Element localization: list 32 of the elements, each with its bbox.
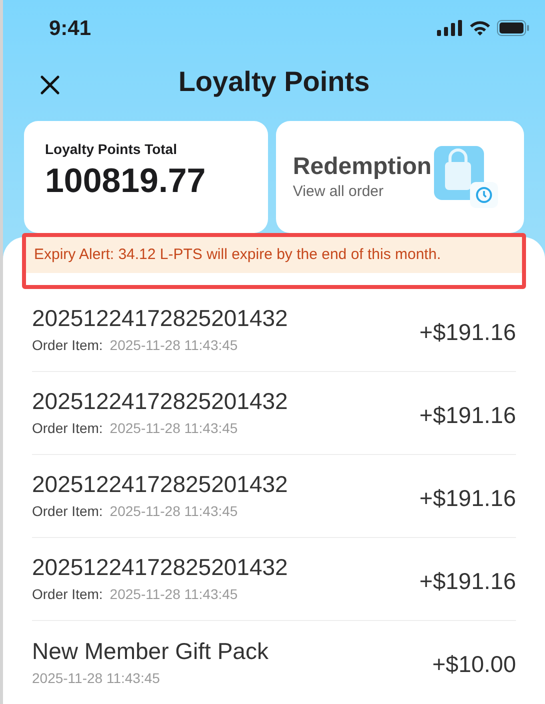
battery-icon bbox=[497, 20, 529, 36]
close-icon bbox=[40, 74, 60, 95]
transaction-date: 2025-11-28 11:43:45 bbox=[32, 668, 160, 688]
transaction-amount: +$10.00 bbox=[432, 650, 516, 680]
order-item-label: Order Item: bbox=[32, 419, 103, 438]
transaction-amount: +$191.16 bbox=[419, 484, 516, 513]
signal-icon bbox=[437, 20, 463, 36]
points-total-label: Loyalty Points Total bbox=[45, 140, 178, 159]
transaction-date: 2025-11-28 11:43:45 bbox=[110, 502, 238, 521]
transaction-title: 20251224172825201432 bbox=[32, 304, 288, 332]
status-time: 9:41 bbox=[49, 16, 92, 42]
transaction-title: 20251224172825201432 bbox=[32, 553, 288, 581]
expiry-alert-text: Expiry Alert: 34.12 L-PTS will expire by the end of this month. bbox=[34, 244, 441, 265]
transaction-title: New Member Gift Pack bbox=[32, 636, 268, 664]
shopping-bag-icon bbox=[434, 144, 500, 210]
transaction-date: 2025-11-28 11:43:45 bbox=[110, 419, 238, 438]
page-title: Loyalty Points bbox=[178, 64, 370, 99]
order-item-label: Order Item: bbox=[32, 585, 103, 604]
redemption-card[interactable]: Redemption View all order bbox=[276, 121, 524, 233]
transaction-amount: +$191.16 bbox=[419, 566, 516, 596]
transaction-amount: +$191.16 bbox=[419, 318, 516, 347]
wifi-icon bbox=[469, 20, 491, 36]
transaction-title: 20251224172825201432 bbox=[32, 387, 288, 415]
transaction-date: 2025-11-28 11:43:45 bbox=[110, 336, 238, 355]
transaction-date: 2025-11-28 11:43:45 bbox=[110, 585, 238, 604]
transaction-amount: +$191.16 bbox=[419, 400, 516, 430]
points-total-value: 100819.77 bbox=[45, 161, 207, 202]
order-item-label: Order Item: bbox=[32, 336, 103, 355]
redemption-subtitle: View all order bbox=[292, 182, 385, 202]
transaction-title: 20251224172825201432 bbox=[32, 470, 288, 498]
order-item-label: Order Item: bbox=[32, 502, 103, 521]
redemption-title: Redemption bbox=[292, 152, 432, 181]
